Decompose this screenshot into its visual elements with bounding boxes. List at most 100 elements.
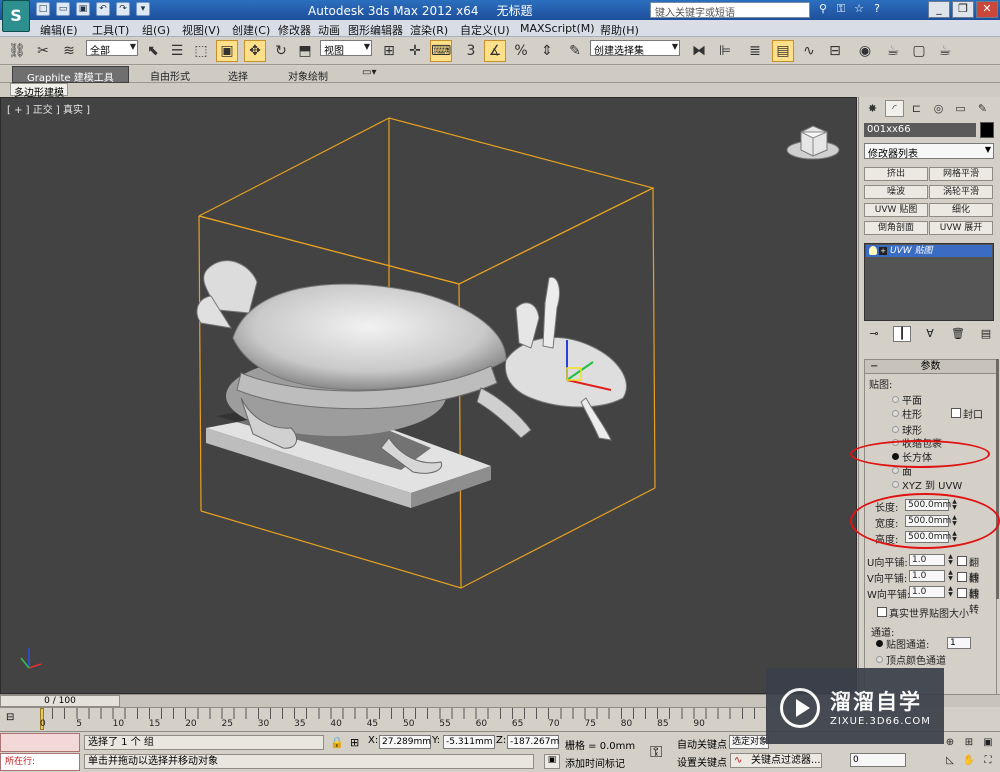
star-icon[interactable]: ☆ — [852, 2, 866, 16]
menu-group[interactable]: 组(G) — [142, 22, 170, 38]
create-tab-icon[interactable]: ✸ — [863, 100, 882, 117]
object-color-swatch[interactable] — [980, 122, 994, 138]
maximize-viewport-icon[interactable]: ⛶ — [980, 754, 996, 770]
tab-freeform[interactable]: 自由形式 — [150, 68, 190, 83]
select-by-name-icon[interactable]: ☰ — [166, 40, 188, 62]
bind-spacewarp-icon[interactable]: ≋ — [58, 40, 80, 62]
search-input[interactable]: 键入关键字或短语 — [650, 2, 810, 19]
menu-animation[interactable]: 动画 — [318, 22, 340, 38]
minimize-button[interactable]: _ — [928, 1, 950, 18]
u-tile-spin-icon[interactable]: ▲ ▼ — [947, 554, 954, 566]
rect-selection-icon[interactable]: ⬚ — [190, 40, 212, 62]
selection-set-select[interactable]: 选定对象 — [729, 735, 769, 749]
menu-modifiers[interactable]: 修改器 — [278, 22, 311, 38]
time-slider[interactable]: 0 / 100 — [0, 695, 120, 707]
map-channel-input[interactable]: 1 — [947, 637, 971, 649]
unwrap-uvw-button[interactable]: UVW 展开 — [929, 221, 993, 235]
restore-button[interactable]: ❐ — [952, 1, 974, 18]
x-input[interactable]: 27.289mm — [379, 735, 431, 749]
configure-sets-icon[interactable]: ▤ — [977, 326, 995, 342]
zoom-extents-icon[interactable]: ▣ — [980, 736, 996, 752]
modify-tab-icon[interactable]: ◜ — [885, 100, 904, 117]
lightbulb-icon[interactable] — [869, 246, 877, 255]
object-name-field[interactable]: 001xx66 — [864, 123, 976, 137]
zoom-all-icon[interactable]: ⊞ — [961, 736, 977, 752]
turbosmooth-button[interactable]: 涡轮平滑 — [929, 185, 993, 199]
selection-filter-select[interactable]: 全部 — [86, 40, 138, 57]
select-move-icon[interactable]: ✥ — [244, 40, 266, 62]
edit-named-sets-icon[interactable]: ✎ — [564, 40, 586, 62]
polygon-modeling-panel[interactable]: 多边形建模 — [10, 83, 68, 99]
z-input[interactable]: -187.267m — [507, 735, 559, 749]
remove-modifier-icon[interactable]: 🗑 — [949, 326, 967, 342]
app-logo-icon[interactable]: S — [2, 0, 30, 32]
ref-coord-select[interactable]: 视图 — [320, 40, 372, 57]
binoculars-icon[interactable]: ⚲ — [816, 2, 830, 16]
meshsmooth-button[interactable]: 网格平滑 — [929, 167, 993, 181]
unlink-icon[interactable]: ✂ — [32, 40, 54, 62]
tessellate-button[interactable]: 细化 — [929, 203, 993, 217]
track-bar[interactable]: ⊟ 0 5 10 15 20 25 30 35 40 45 50 55 60 65 70 75 80 85 90 — [0, 707, 770, 731]
set-key-button[interactable]: 设置关键点 — [677, 754, 727, 769]
viewport-label[interactable]: [ + ] 正交 ] 真实 ] — [7, 101, 90, 116]
save-icon[interactable]: ▣ — [76, 2, 90, 16]
named-selection-select[interactable]: 创建选择集 — [590, 40, 680, 57]
link-icon[interactable]: ⛓ — [6, 40, 28, 62]
rendered-frame-icon[interactable]: ▢ — [908, 40, 930, 62]
menu-customize[interactable]: 自定义(U) — [460, 22, 510, 38]
v-tile-input[interactable]: 1.0 — [909, 570, 945, 582]
curve-editor-icon[interactable]: ∿ — [798, 40, 820, 62]
ribbon-options-icon[interactable]: ▭▾ — [362, 67, 376, 78]
radio-planar[interactable]: 平面 — [891, 392, 922, 407]
snap-toggle-icon[interactable]: 3 — [460, 40, 482, 62]
keyboard-shortcut-icon[interactable]: ⌨ — [430, 40, 452, 62]
menu-maxscript[interactable]: MAXScript(M) — [520, 22, 595, 35]
select-object-icon[interactable]: ⬉ — [142, 40, 164, 62]
menu-create[interactable]: 创建(C) — [232, 22, 270, 38]
spinner-snap-icon[interactable]: ⇕ — [536, 40, 558, 62]
layer-manager-icon[interactable]: ≣ — [744, 40, 766, 62]
make-unique-icon[interactable]: ∀ — [921, 326, 939, 342]
material-editor-icon[interactable]: ◉ — [854, 40, 876, 62]
menu-graph-editors[interactable]: 图形编辑器 — [348, 22, 403, 38]
menu-tools[interactable]: 工具(T) — [92, 22, 129, 38]
tab-graphite[interactable]: Graphite 建模工具 — [12, 66, 129, 84]
graphite-toggle-icon[interactable]: ▤ — [772, 40, 794, 62]
w-tile-input[interactable]: 1.0 — [909, 586, 945, 598]
u-tile-input[interactable]: 1.0 — [909, 554, 945, 566]
radio-xyz-to-uvw[interactable]: XYZ 到 UVW — [891, 477, 962, 492]
window-crossing-icon[interactable]: ▣ — [216, 40, 238, 62]
radio-vertex-color[interactable]: 顶点颜色通道 — [875, 652, 946, 667]
motion-tab-icon[interactable]: ◎ — [929, 100, 948, 117]
expand-icon[interactable]: + — [879, 247, 887, 255]
rollout-header[interactable]: − 参数 — [865, 360, 996, 374]
extrude-button[interactable]: 挤出 — [864, 167, 928, 181]
new-file-icon[interactable]: □ — [36, 2, 50, 16]
redo-icon[interactable]: ↷ — [116, 2, 130, 16]
noise-button[interactable]: 噪波 — [864, 185, 928, 199]
stack-item-uvw-map[interactable]: + UVW 贴图 — [866, 245, 992, 257]
select-manipulate-icon[interactable]: ✛ — [404, 40, 426, 62]
help-icon[interactable]: ? — [870, 2, 884, 16]
add-time-tag[interactable]: 添加时间标记 — [565, 755, 625, 770]
pan-icon[interactable]: ✋ — [961, 754, 977, 770]
zoom-icon[interactable]: ⊕ — [942, 736, 958, 752]
w-tile-spin-icon[interactable]: ▲ ▼ — [947, 586, 954, 598]
menu-views[interactable]: 视图(V) — [182, 22, 220, 38]
dropdown-icon[interactable]: ▾ — [136, 2, 150, 16]
scene-canvas[interactable] — [1, 98, 857, 694]
time-tag-icon[interactable]: ▣ — [544, 754, 560, 769]
fov-icon[interactable]: ◺ — [942, 754, 958, 770]
angle-snap-icon[interactable]: ∡ — [484, 40, 506, 62]
current-frame-input[interactable]: 0 — [850, 753, 906, 767]
viewcube-icon[interactable] — [786, 125, 840, 160]
radio-map-channel[interactable]: 贴图通道: — [875, 636, 929, 651]
close-button[interactable]: ✕ — [976, 1, 998, 18]
menu-rendering[interactable]: 渲染(R) — [410, 22, 448, 38]
pivot-center-icon[interactable]: ⊞ — [378, 40, 400, 62]
perspective-viewport[interactable]: [ + ] 正交 ] 真实 ] — [0, 97, 857, 694]
menu-edit[interactable]: 编辑(E) — [40, 22, 78, 38]
align-icon[interactable]: ⊫ — [714, 40, 736, 62]
menu-help[interactable]: 帮助(H) — [600, 22, 639, 38]
select-scale-icon[interactable]: ⬒ — [294, 40, 316, 62]
